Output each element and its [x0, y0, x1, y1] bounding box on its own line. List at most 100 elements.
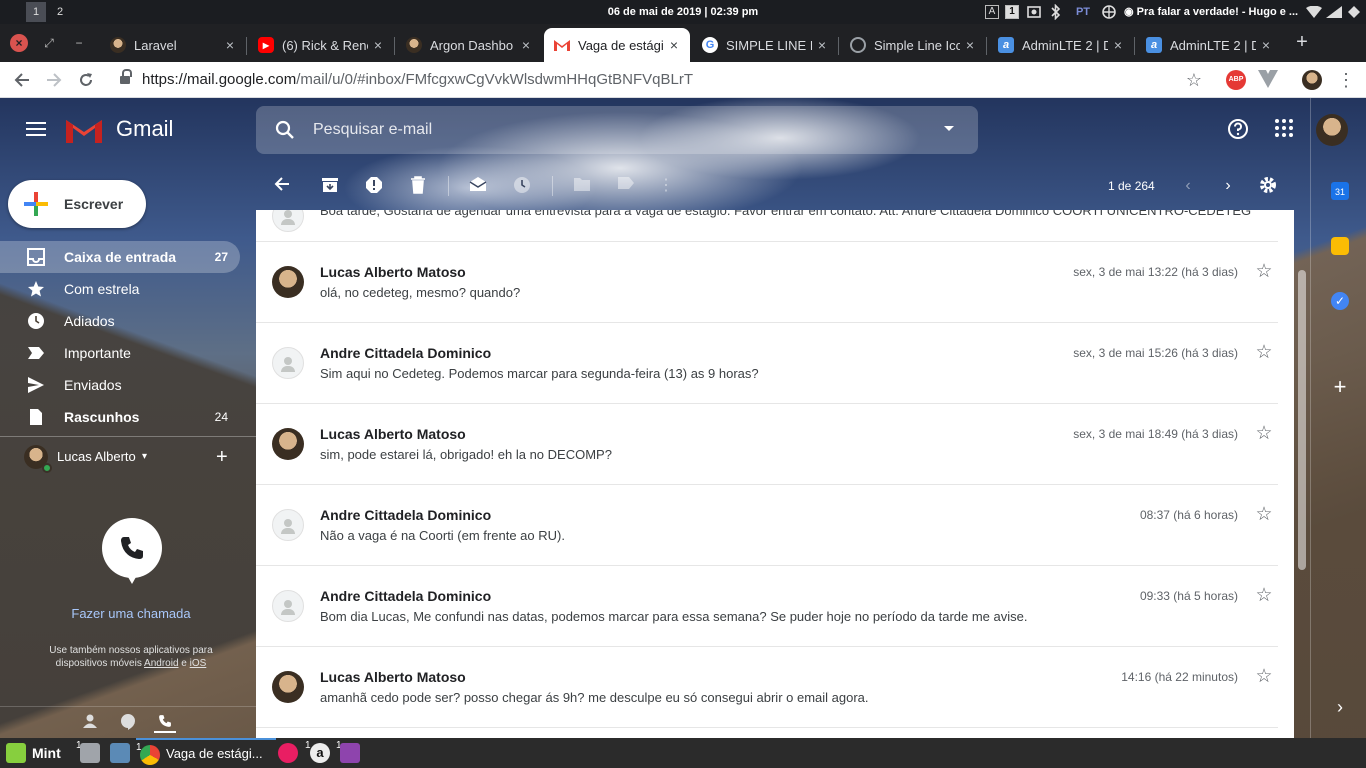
hangouts-user[interactable]: Lucas Alberto ▾ +	[24, 443, 254, 473]
sidebar-item-starred[interactable]: Com estrela	[0, 273, 240, 305]
snooze-icon[interactable]	[512, 176, 532, 196]
hangouts-icon[interactable]	[118, 713, 138, 733]
adblock-plus-icon[interactable]: ABP	[1226, 70, 1246, 90]
older-chevron-icon[interactable]: ‹	[1178, 176, 1198, 196]
gmail-logo-text[interactable]: Gmail	[116, 116, 173, 142]
ios-link[interactable]: iOS	[190, 658, 207, 669]
keyboard-layout-indicator[interactable]: PT	[1072, 0, 1094, 24]
chrome-menu-icon[interactable]: ⋮	[1334, 68, 1358, 92]
android-link[interactable]: Android	[144, 658, 178, 669]
star-toggle-icon[interactable]: ☆	[1254, 586, 1274, 606]
collapsed-message[interactable]: Lucas Alberto Matoso sim, pode estarei l…	[256, 404, 1278, 485]
browser-tab[interactable]: Argon Dashbo ×	[396, 28, 542, 62]
sidebar-item-drafts[interactable]: Rascunhos 24	[0, 401, 240, 433]
star-toggle-icon[interactable]: ☆	[1254, 667, 1274, 687]
forward-button[interactable]	[42, 68, 66, 92]
workspace-indicator[interactable]: 1	[1004, 0, 1020, 24]
compose-button[interactable]: Escrever	[8, 180, 146, 228]
newer-chevron-icon[interactable]: ›	[1218, 176, 1238, 196]
browser-tab[interactable]: Laravel ×	[100, 28, 247, 62]
add-contact-icon[interactable]: +	[216, 443, 228, 471]
star-toggle-icon[interactable]: ☆	[1254, 343, 1274, 363]
sidebar-item-important[interactable]: Importante	[0, 337, 240, 369]
expand-panel-icon[interactable]: ›	[1331, 698, 1349, 716]
help-icon[interactable]	[1226, 118, 1250, 142]
back-to-inbox-icon[interactable]	[272, 176, 292, 196]
browser-tab-active[interactable]: Vaga de estági ×	[544, 28, 690, 62]
thread-scrollbar[interactable]	[1294, 210, 1310, 738]
collapsed-message[interactable]: Lucas Alberto Matoso olá, no cedeteg, me…	[256, 242, 1278, 323]
contacts-icon[interactable]	[80, 713, 100, 733]
star-toggle-icon[interactable]: ☆	[1254, 424, 1274, 444]
browser-tab[interactable]: a AdminLTE 2 | D ×	[1136, 28, 1282, 62]
amazon-app-icon[interactable]: a	[310, 743, 330, 763]
browser-tab[interactable]: a AdminLTE 2 | D ×	[988, 28, 1135, 62]
close-tab-icon[interactable]: ×	[368, 37, 388, 53]
collapsed-message[interactable]: Andre Cittadela Dominico Não a vaga é na…	[256, 485, 1278, 566]
workspace-2-button[interactable]: 2	[50, 2, 70, 22]
mint-menu-icon[interactable]	[6, 743, 26, 763]
call-bubble[interactable]	[102, 518, 162, 584]
terminal-icon[interactable]	[110, 743, 130, 763]
window-minimize-button[interactable]: −	[70, 34, 88, 52]
close-tab-icon[interactable]: ×	[220, 37, 240, 53]
close-tab-icon[interactable]: ×	[516, 37, 536, 53]
accessibility-indicator[interactable]: A	[984, 0, 1000, 24]
bookmark-star-icon[interactable]: ☆	[1182, 68, 1206, 92]
delete-icon[interactable]	[408, 176, 428, 196]
sidebar-item-sent[interactable]: Enviados	[0, 369, 240, 401]
search-icon[interactable]	[274, 119, 296, 141]
settings-gear-icon[interactable]	[1258, 176, 1278, 196]
reload-button[interactable]	[74, 68, 98, 92]
network-icon[interactable]	[1100, 0, 1118, 24]
apps-grid-icon[interactable]	[1272, 118, 1296, 142]
close-tab-icon[interactable]: ×	[1108, 37, 1128, 53]
mark-unread-icon[interactable]	[468, 176, 488, 196]
scrollbar-thumb[interactable]	[1298, 270, 1306, 570]
label-icon[interactable]	[616, 176, 636, 196]
bubble-app-icon[interactable]	[278, 743, 298, 763]
taskbar-window-chrome[interactable]: 1 Vaga de estági...	[136, 738, 276, 768]
collapsed-message[interactable]: Andre Cittadela Dominico Bom dia Lucas, …	[256, 566, 1278, 647]
keep-icon[interactable]	[1331, 237, 1349, 255]
window-close-button[interactable]: ×	[10, 34, 28, 52]
collapsed-message[interactable]: Boa tarde, Gostaria de agendar uma entre…	[256, 210, 1278, 242]
search-input[interactable]: Pesquisar e-mail	[313, 106, 432, 154]
make-call-link[interactable]: Fazer uma chamada	[0, 606, 262, 621]
browser-tab[interactable]: G SIMPLE LINE IC ×	[692, 28, 839, 62]
now-playing-label[interactable]: ◉ Pra falar a verdade! - Hugo e ...	[1124, 0, 1298, 24]
close-tab-icon[interactable]: ×	[960, 37, 980, 53]
window-restore-button[interactable]: ⤢	[40, 34, 58, 52]
tasks-icon[interactable]: ✓	[1331, 292, 1349, 310]
system-clock[interactable]: 06 de mai de 2019 | 02:39 pm	[560, 0, 806, 24]
archive-icon[interactable]	[320, 176, 340, 196]
back-button[interactable]	[10, 68, 34, 92]
main-menu-icon[interactable]	[26, 122, 46, 136]
workspace-1-button[interactable]: 1	[26, 2, 46, 22]
wifi-icon[interactable]	[1306, 0, 1322, 24]
browser-tab[interactable]: Simple Line Ico ×	[840, 28, 987, 62]
close-tab-icon[interactable]: ×	[1256, 37, 1276, 53]
close-tab-icon[interactable]: ×	[812, 37, 832, 53]
move-to-icon[interactable]	[572, 176, 592, 196]
sidebar-item-inbox[interactable]: Caixa de entrada 27	[0, 241, 240, 273]
search-bar[interactable]: Pesquisar e-mail	[256, 106, 978, 154]
star-toggle-icon[interactable]: ☆	[1254, 505, 1274, 525]
lock-icon[interactable]	[120, 69, 132, 85]
screenshot-icon[interactable]	[1026, 0, 1042, 24]
address-bar[interactable]: https://mail.google.com/mail/u/0/#inbox/…	[112, 65, 1220, 95]
power-icon[interactable]	[1346, 0, 1362, 24]
mint-menu-button[interactable]: Mint	[32, 738, 61, 768]
volume-icon[interactable]	[1326, 0, 1342, 24]
collapsed-message[interactable]: Lucas Alberto Matoso amanhã cedo pode se…	[256, 647, 1278, 728]
report-spam-icon[interactable]	[364, 176, 384, 196]
file-manager-icon[interactable]	[80, 743, 100, 763]
sidebar-item-snoozed[interactable]: Adiados	[0, 305, 240, 337]
browser-tab[interactable]: ▶ (6) Rick & Rene ×	[248, 28, 395, 62]
gmail-logo-icon[interactable]	[66, 117, 102, 143]
star-toggle-icon[interactable]: ☆	[1254, 262, 1274, 282]
profile-avatar[interactable]	[1302, 70, 1322, 90]
close-tab-icon[interactable]: ×	[664, 37, 684, 53]
search-options-icon[interactable]	[944, 126, 954, 131]
new-tab-button[interactable]: +	[1290, 31, 1314, 55]
